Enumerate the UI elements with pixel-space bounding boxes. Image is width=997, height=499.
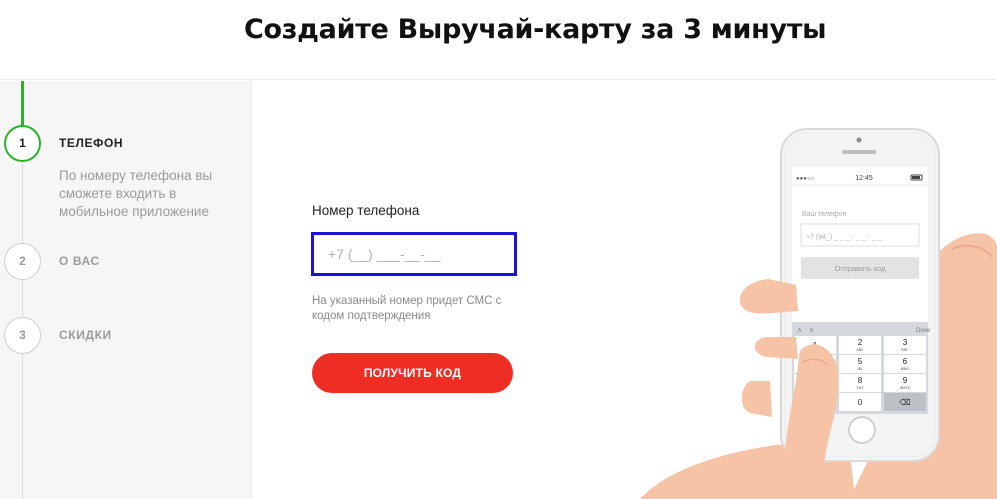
mock-field-label: Ваш телефон bbox=[802, 211, 847, 218]
phone-illustration: ●●●○○ 12:45 Ваш телефон +7 (94_) _ _ _ -… bbox=[600, 81, 997, 499]
keypad-key-letters: DEF bbox=[902, 348, 909, 352]
keypad-key-digit: 8 bbox=[858, 376, 863, 385]
keypad-key-digit: 2 bbox=[858, 338, 863, 347]
hand-holding-phone-illustration: ●●●○○ 12:45 Ваш телефон +7 (94_) _ _ _ -… bbox=[640, 128, 997, 499]
step-title: СКИДКИ bbox=[59, 328, 112, 342]
page-title: Создайте Выручай-карту за 3 минуты bbox=[244, 14, 827, 45]
keypad-key-letters: MNO bbox=[901, 367, 909, 371]
step-number: 2 bbox=[4, 243, 41, 280]
keypad-key-letters: JKL bbox=[857, 367, 863, 371]
status-time: 12:45 bbox=[855, 175, 873, 182]
keyboard-next-icon: ∨ bbox=[809, 327, 814, 334]
sms-hint: На указанный номер придет СМС с кодом по… bbox=[312, 295, 502, 322]
keypad-key-digit: 9 bbox=[903, 376, 908, 385]
keypad-key-letters: TUV bbox=[857, 386, 865, 390]
keypad-key-letters: ABC bbox=[856, 348, 864, 352]
status-signal-icon: ●●●○○ bbox=[796, 176, 814, 182]
steps-rail-progress bbox=[21, 81, 24, 127]
steps-sidebar: 1 ТЕЛЕФОН По номеру телефона вы сможете … bbox=[0, 81, 252, 499]
mock-send-label: Отправить код bbox=[834, 264, 886, 273]
step-number: 1 bbox=[4, 125, 41, 162]
step-title: О ВАС bbox=[59, 254, 100, 268]
keypad-key-digit: 6 bbox=[903, 357, 908, 366]
step-description: По номеру телефона вы сможете входить в … bbox=[59, 168, 213, 219]
backspace-icon: ⌫ bbox=[899, 398, 910, 407]
get-code-button[interactable]: ПОЛУЧИТЬ КОД bbox=[312, 353, 513, 393]
keypad-key-digit: 3 bbox=[903, 338, 908, 347]
phone-field-label: Номер телефона bbox=[312, 203, 420, 218]
page-header: Создайте Выручай-карту за 3 минуты bbox=[0, 0, 997, 80]
step-title: ТЕЛЕФОН bbox=[59, 136, 124, 150]
step-number: 3 bbox=[4, 317, 41, 354]
phone-input[interactable] bbox=[311, 232, 517, 276]
mock-field-placeholder: +7 (94_) _ _ _ - _ _ - _ _ bbox=[806, 234, 882, 241]
keyboard-done: Done bbox=[916, 328, 931, 334]
keypad-key-digit: 5 bbox=[858, 357, 863, 366]
keyboard-prev-icon: ∧ bbox=[797, 327, 802, 334]
keypad-key-letters: WXYZ bbox=[900, 386, 911, 390]
keypad-key-digit: 0 bbox=[858, 398, 863, 407]
